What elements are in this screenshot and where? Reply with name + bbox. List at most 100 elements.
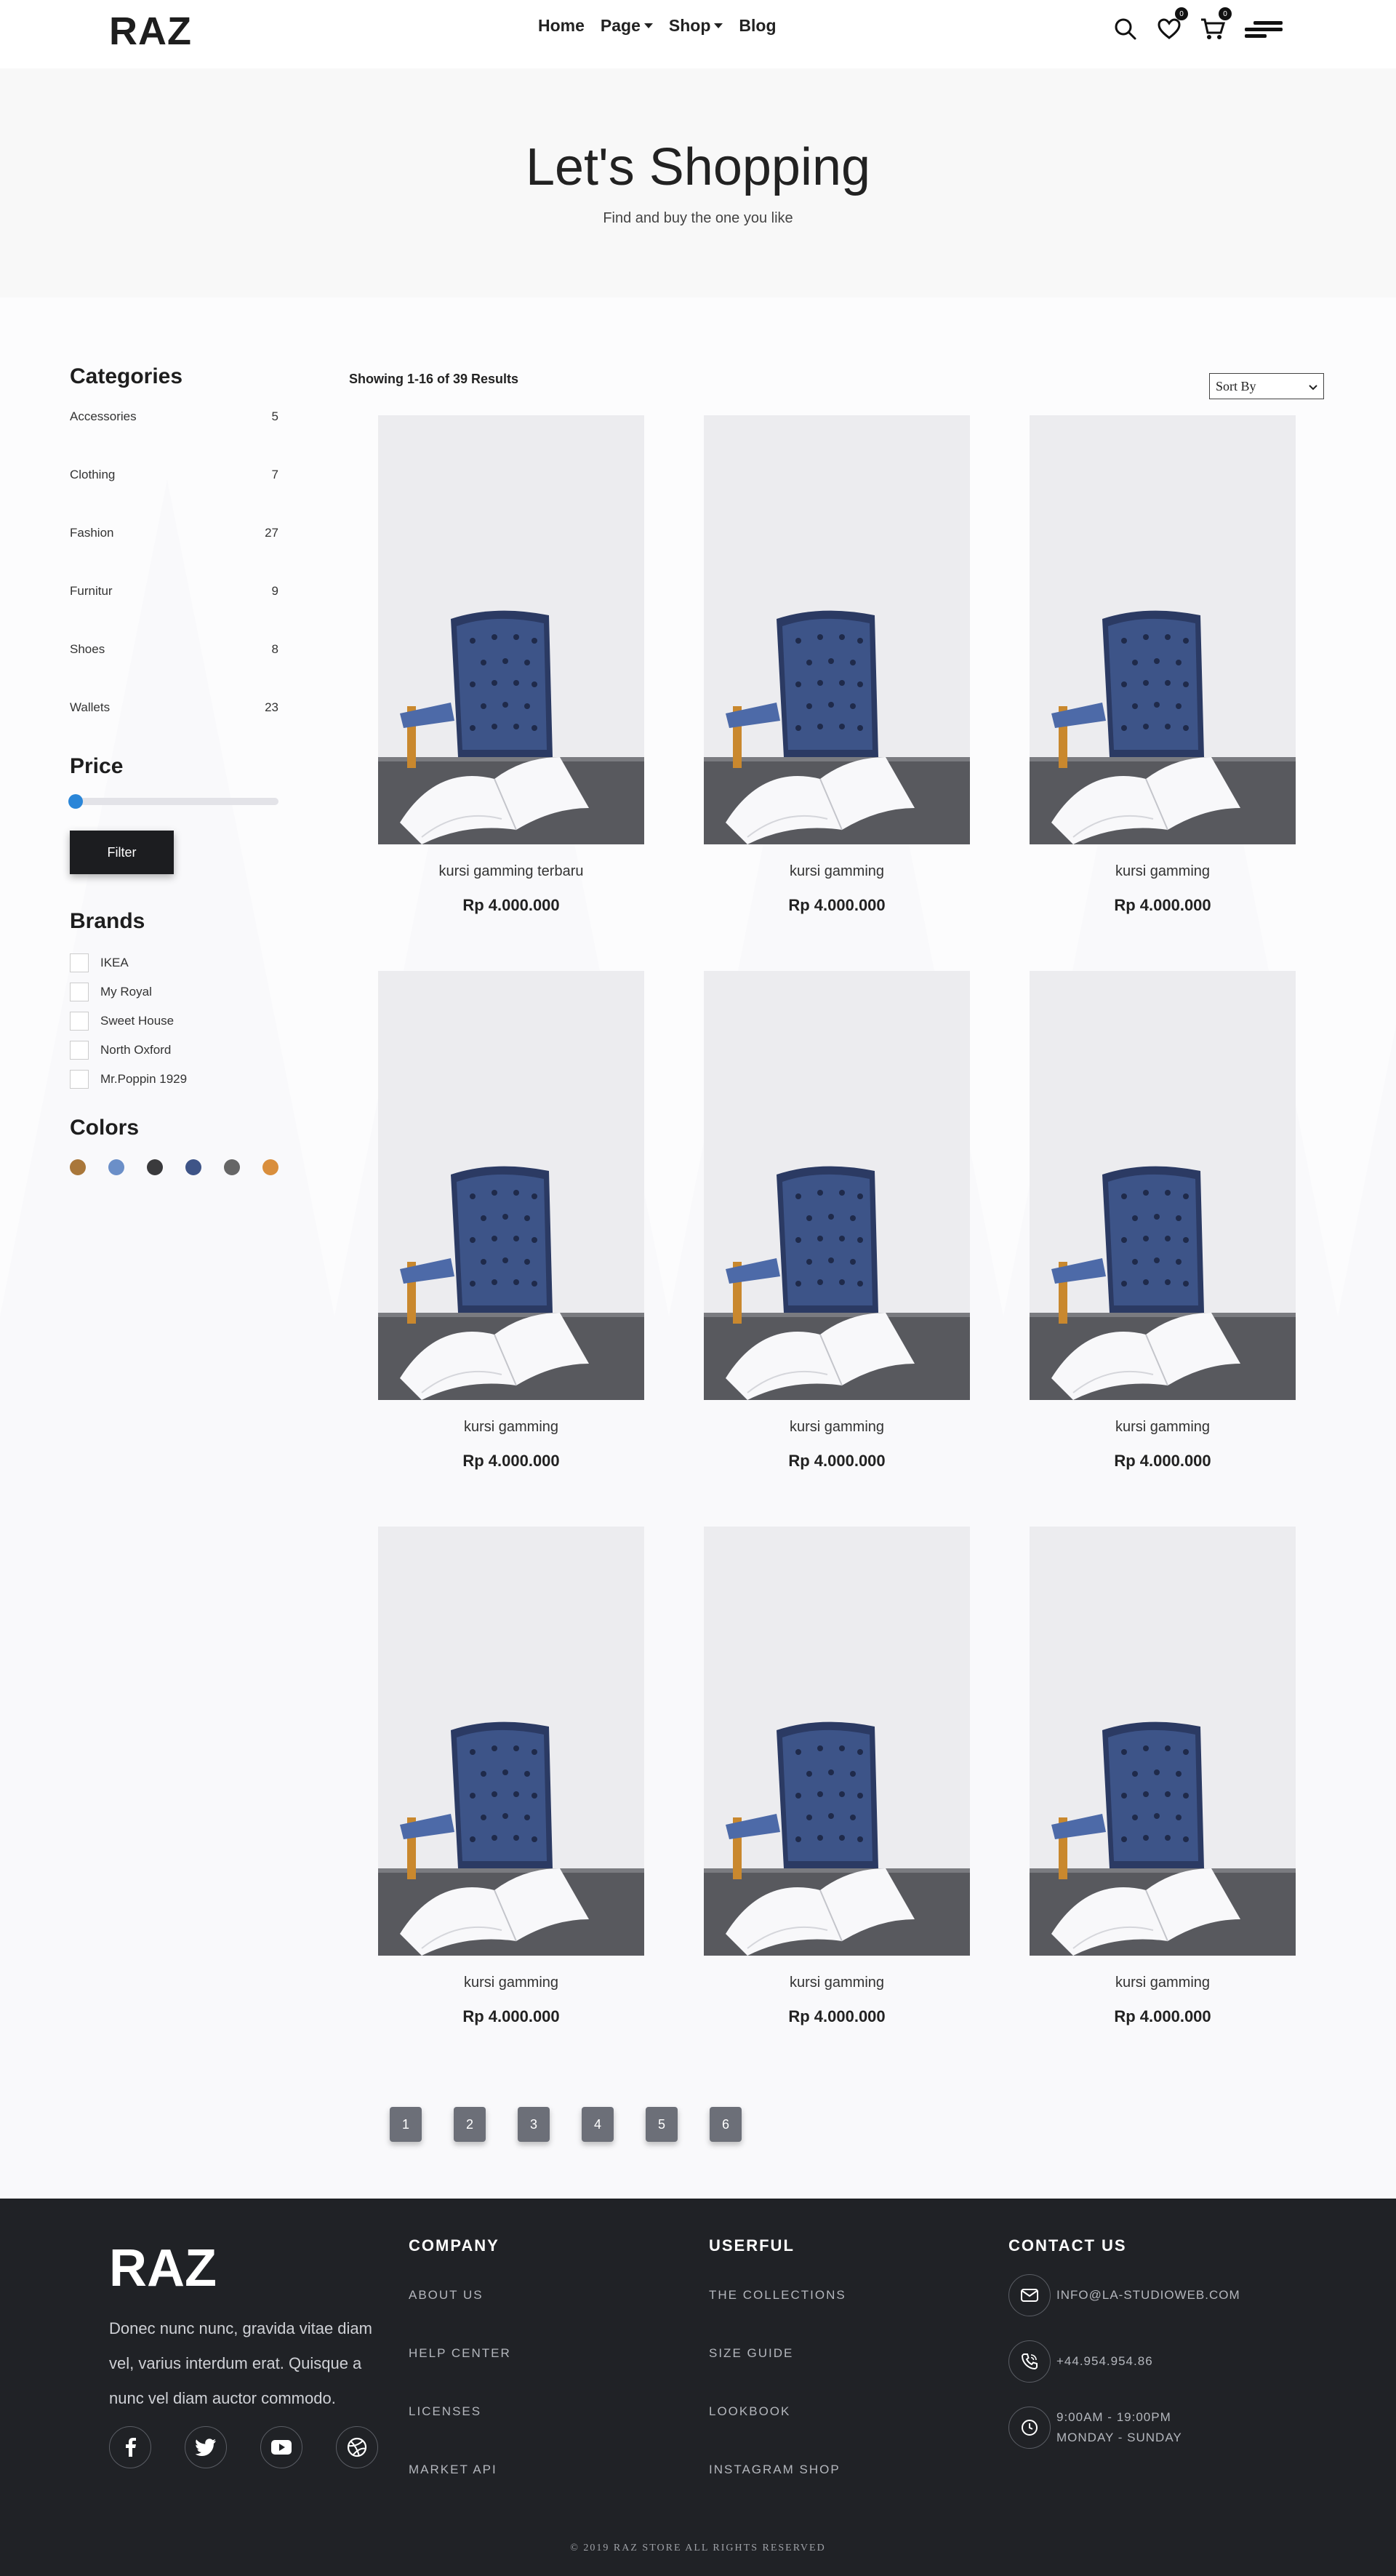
colors-heading: Colors bbox=[70, 1116, 140, 1140]
product-area: Showing 1-16 of 39 Results Sort By kursi… bbox=[349, 364, 1324, 2025]
product-name[interactable]: kursi gamming bbox=[1030, 1975, 1296, 1991]
page-button[interactable]: 2 bbox=[454, 2107, 486, 2142]
product-card[interactable]: kursi gamming Rp 4.000.000 bbox=[704, 1527, 970, 2025]
category-count: 7 bbox=[271, 468, 278, 481]
search-icon[interactable] bbox=[1112, 16, 1139, 42]
category-item[interactable]: Furnitur 9 bbox=[70, 580, 278, 638]
shop-sidebar: Categories Accessories 5 Clothing 7 Fashio… bbox=[68, 364, 278, 1175]
nav-blog[interactable]: Blog bbox=[739, 16, 776, 36]
product-image[interactable] bbox=[1030, 971, 1296, 1400]
brand-option[interactable]: My Royal bbox=[70, 977, 278, 1007]
nav-page[interactable]: Page bbox=[601, 16, 653, 36]
product-image[interactable] bbox=[704, 971, 970, 1400]
product-name[interactable]: kursi gamming bbox=[378, 1975, 644, 1991]
brand-label: My Royal bbox=[100, 985, 152, 999]
category-item[interactable]: Shoes 8 bbox=[70, 638, 278, 696]
price-slider-handle[interactable] bbox=[68, 794, 83, 809]
color-swatch[interactable] bbox=[147, 1159, 163, 1175]
page-button[interactable]: 6 bbox=[710, 2107, 742, 2142]
footer-about: Donec nunc nunc, gravida vitae diam vel,… bbox=[109, 2319, 372, 2407]
page-button[interactable]: 5 bbox=[646, 2107, 678, 2142]
product-image[interactable] bbox=[1030, 415, 1296, 844]
footer-link[interactable]: HELP CENTER bbox=[409, 2346, 511, 2404]
facebook-icon[interactable] bbox=[109, 2426, 151, 2468]
color-swatch[interactable] bbox=[224, 1159, 240, 1175]
product-card[interactable]: kursi gamming Rp 4.000.000 bbox=[1030, 971, 1296, 1470]
category-item[interactable]: Accessories 5 bbox=[70, 405, 278, 463]
page-button[interactable]: 1 bbox=[390, 2107, 422, 2142]
color-swatch[interactable] bbox=[70, 1159, 86, 1175]
dribbble-icon[interactable] bbox=[336, 2426, 378, 2468]
color-swatch[interactable] bbox=[108, 1159, 124, 1175]
page-button[interactable]: 4 bbox=[582, 2107, 614, 2142]
product-card[interactable]: kursi gamming Rp 4.000.000 bbox=[704, 415, 970, 914]
footer-link[interactable]: INSTAGRAM SHOP bbox=[709, 2463, 846, 2521]
footer-link[interactable]: MARKET API bbox=[409, 2463, 511, 2521]
product-card[interactable]: kursi gamming Rp 4.000.000 bbox=[378, 971, 644, 1470]
site-logo[interactable]: RAZ bbox=[109, 9, 192, 54]
cart-icon[interactable]: 0 bbox=[1200, 7, 1232, 42]
product-image[interactable] bbox=[378, 971, 644, 1400]
product-price: Rp 4.000.000 bbox=[788, 1452, 886, 1470]
sort-select[interactable]: Sort By bbox=[1209, 373, 1324, 399]
brand-option[interactable]: Sweet House bbox=[70, 1007, 278, 1036]
footer-link[interactable]: LICENSES bbox=[409, 2404, 511, 2463]
color-swatch[interactable] bbox=[185, 1159, 201, 1175]
menu-icon[interactable] bbox=[1243, 16, 1284, 42]
product-image[interactable] bbox=[704, 415, 970, 844]
footer-logo[interactable]: RAZ bbox=[109, 2239, 217, 2298]
nav-shop[interactable]: Shop bbox=[669, 16, 723, 36]
brand-checkbox[interactable] bbox=[70, 953, 89, 972]
category-list: Accessories 5 Clothing 7 Fashion 27 Furnitu… bbox=[70, 405, 278, 754]
category-item[interactable]: Clothing 7 bbox=[70, 463, 278, 521]
contact-email: INFO@LA-STUDIOWEB.COM bbox=[1008, 2274, 1240, 2316]
product-image[interactable] bbox=[378, 1527, 644, 1956]
page-button[interactable]: 3 bbox=[518, 2107, 550, 2142]
product-name[interactable]: kursi gamming bbox=[704, 863, 970, 880]
product-name[interactable]: kursi gamming bbox=[704, 1975, 970, 1991]
contact-phone-text[interactable]: +44.954.954.86 bbox=[1056, 2351, 1153, 2372]
product-price: Rp 4.000.000 bbox=[1114, 1452, 1211, 1470]
brand-option[interactable]: Mr.Poppin 1929 bbox=[70, 1065, 278, 1094]
brand-option[interactable]: IKEA bbox=[70, 948, 278, 977]
footer-link[interactable]: SIZE GUIDE bbox=[709, 2346, 846, 2404]
price-heading: Price bbox=[70, 754, 124, 778]
footer-link[interactable]: LOOKBOOK bbox=[709, 2404, 846, 2463]
phone-icon bbox=[1008, 2340, 1051, 2383]
product-card[interactable]: kursi gamming Rp 4.000.000 bbox=[1030, 1527, 1296, 2025]
brand-checkbox[interactable] bbox=[70, 1041, 89, 1060]
category-item[interactable]: Fashion 27 bbox=[70, 521, 278, 580]
nav-home[interactable]: Home bbox=[538, 16, 585, 36]
wishlist-icon[interactable]: 0 bbox=[1156, 7, 1188, 42]
contact-email-text[interactable]: INFO@LA-STUDIOWEB.COM bbox=[1056, 2285, 1240, 2305]
product-card[interactable]: kursi gamming Rp 4.000.000 bbox=[378, 1527, 644, 2025]
filter-button[interactable]: Filter bbox=[70, 831, 174, 874]
category-item[interactable]: Wallets 23 bbox=[70, 696, 278, 754]
product-image[interactable] bbox=[378, 415, 644, 844]
product-name[interactable]: kursi gamming bbox=[1030, 863, 1296, 880]
brand-option[interactable]: North Oxford bbox=[70, 1036, 278, 1065]
footer-link[interactable]: THE COLLECTIONS bbox=[709, 2288, 846, 2346]
product-card[interactable]: kursi gamming terbaru Rp 4.000.000 bbox=[378, 415, 644, 914]
product-name[interactable]: kursi gamming bbox=[378, 1419, 644, 1436]
footer-link[interactable]: ABOUT US bbox=[409, 2288, 511, 2346]
brand-checkbox[interactable] bbox=[70, 983, 89, 1001]
price-slider[interactable] bbox=[68, 794, 278, 809]
brand-checkbox[interactable] bbox=[70, 1070, 89, 1089]
product-price: Rp 4.000.000 bbox=[462, 896, 560, 914]
brand-checkbox[interactable] bbox=[70, 1012, 89, 1031]
footer-userful-heading: USERFUL bbox=[709, 2236, 795, 2255]
product-card[interactable]: kursi gamming Rp 4.000.000 bbox=[704, 971, 970, 1470]
product-image[interactable] bbox=[704, 1527, 970, 1956]
product-image[interactable] bbox=[1030, 1527, 1296, 1956]
product-card[interactable]: kursi gamming Rp 4.000.000 bbox=[1030, 415, 1296, 914]
product-price: Rp 4.000.000 bbox=[462, 2007, 560, 2025]
product-name[interactable]: kursi gamming terbaru bbox=[378, 863, 644, 880]
product-name[interactable]: kursi gamming bbox=[704, 1419, 970, 1436]
twitter-icon[interactable] bbox=[185, 2426, 227, 2468]
category-name: Furnitur bbox=[70, 584, 113, 598]
product-name[interactable]: kursi gamming bbox=[1030, 1419, 1296, 1436]
color-swatch[interactable] bbox=[262, 1159, 278, 1175]
youtube-icon[interactable] bbox=[260, 2426, 302, 2468]
product-price: Rp 4.000.000 bbox=[1114, 896, 1211, 914]
